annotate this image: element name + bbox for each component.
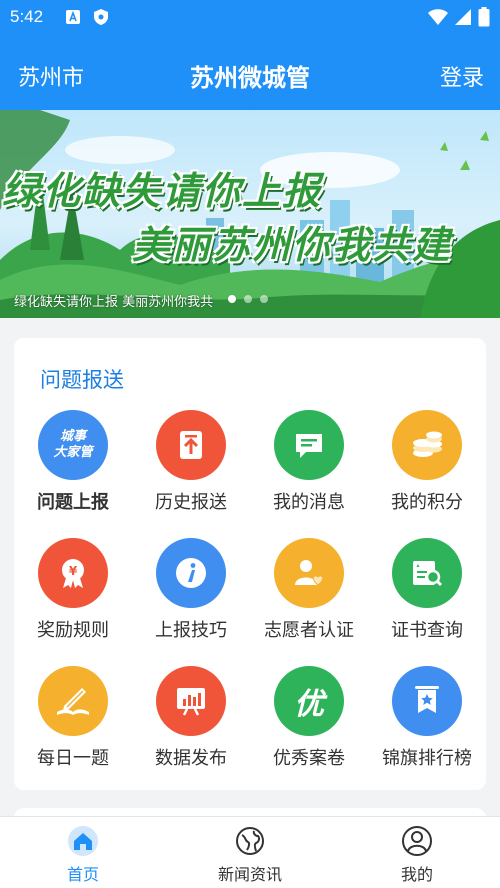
problem-report-card: 问题报送 城事 大家管 问题上报 历史报送 我的消息 我的积分 ¥ 奖励规则 上… (14, 338, 486, 790)
home-icon (68, 826, 98, 856)
battery-icon (478, 7, 490, 27)
grid-item-history[interactable]: 历史报送 (132, 410, 250, 520)
book-pen-icon (38, 666, 108, 736)
grid-item-label: 问题上报 (37, 492, 109, 513)
status-bar: 5:42 (0, 0, 500, 36)
grid-item-label: 志愿者认证 (264, 620, 354, 641)
tab-label: 首页 (66, 865, 99, 884)
wifi-icon (428, 9, 448, 25)
user-icon (402, 826, 432, 856)
grid-item-label: 证书查询 (391, 620, 463, 641)
section-title: 问题报送 (40, 368, 124, 392)
banner-caption: 绿化缺失请你上报 美丽苏州你我共 (14, 295, 214, 310)
tab-mine[interactable]: 我的 (334, 817, 500, 888)
tab-news[interactable]: 新闻资讯 (167, 817, 333, 888)
grid-item-volunteer[interactable]: 志愿者认证 (250, 538, 368, 648)
tab-home[interactable]: 首页 (0, 817, 166, 888)
grid-item-label: 数据发布 (155, 748, 227, 769)
tab-label: 我的 (400, 865, 433, 884)
grid-item-messages[interactable]: 我的消息 (250, 410, 368, 520)
app-bar: 苏州市 苏州微城管 登录 (0, 36, 500, 110)
excellent-badge: 优 (294, 687, 324, 722)
carousel-indicator (228, 295, 268, 303)
info-icon (156, 538, 226, 608)
carousel-dot[interactable] (244, 295, 252, 303)
certificate-search-icon (392, 538, 462, 608)
grid-item-label: 奖励规则 (37, 620, 109, 641)
svg-text:¥: ¥ (69, 564, 78, 578)
grid-item-label: 锦旗排行榜 (382, 748, 472, 769)
bottom-tab-bar: 首页 新闻资讯 我的 (0, 816, 500, 888)
history-upload-icon (156, 410, 226, 480)
shield-notification-icon (94, 9, 108, 25)
banner-headline-1: 绿化缺失请你上报 (2, 169, 323, 213)
app-notification-icon (66, 10, 80, 24)
status-time: 5:42 (10, 7, 44, 26)
grid-item-label: 每日一题 (37, 748, 109, 769)
globe-icon (236, 827, 264, 855)
page-title: 苏州微城管 (190, 64, 310, 92)
grid-item-excellent-cases[interactable]: 优 优秀案卷 (250, 666, 368, 776)
coins-icon (392, 410, 462, 480)
grid-item-reward-rules[interactable]: ¥ 奖励规则 (14, 538, 132, 648)
grid-item-report-problem[interactable]: 城事 大家管 问题上报 (14, 410, 132, 520)
banner-headline-2: 美丽苏州你我共建 (132, 223, 453, 267)
city-affairs-badge: 城事 大家管 (53, 429, 93, 460)
grid-item-data-release[interactable]: 数据发布 (132, 666, 250, 776)
banner-carousel[interactable]: 绿化缺失请你上报 美丽苏州你我共建 绿化缺失请你上报 美丽苏州你我共 (0, 110, 500, 318)
grid-item-label: 我的积分 (391, 492, 463, 513)
grid-item-label: 历史报送 (155, 492, 227, 513)
grid-item-banner-ranking[interactable]: 锦旗排行榜 (368, 666, 486, 776)
grid-item-report-tips[interactable]: 上报技巧 (132, 538, 250, 648)
tab-label: 新闻资讯 (217, 865, 282, 884)
grid-item-certificate[interactable]: 证书查询 (368, 538, 486, 648)
volunteer-icon (274, 538, 344, 608)
login-button[interactable]: 登录 (440, 60, 484, 92)
city-affairs-icon: 城事 大家管 (38, 410, 108, 480)
grid-item-daily-question[interactable]: 每日一题 (14, 666, 132, 776)
chart-board-icon (156, 666, 226, 736)
carousel-dot[interactable] (260, 295, 268, 303)
banner-flag-icon (392, 666, 462, 736)
grid-item-points[interactable]: 我的积分 (368, 410, 486, 520)
grid-item-label: 我的消息 (273, 492, 345, 513)
grid-item-label: 优秀案卷 (273, 748, 345, 769)
excellent-icon: 优 (274, 666, 344, 736)
cell-signal-icon (455, 9, 471, 25)
message-icon (274, 410, 344, 480)
carousel-dot[interactable] (228, 295, 236, 303)
grid-item-label: 上报技巧 (155, 620, 227, 641)
reward-badge-icon: ¥ (38, 538, 108, 608)
